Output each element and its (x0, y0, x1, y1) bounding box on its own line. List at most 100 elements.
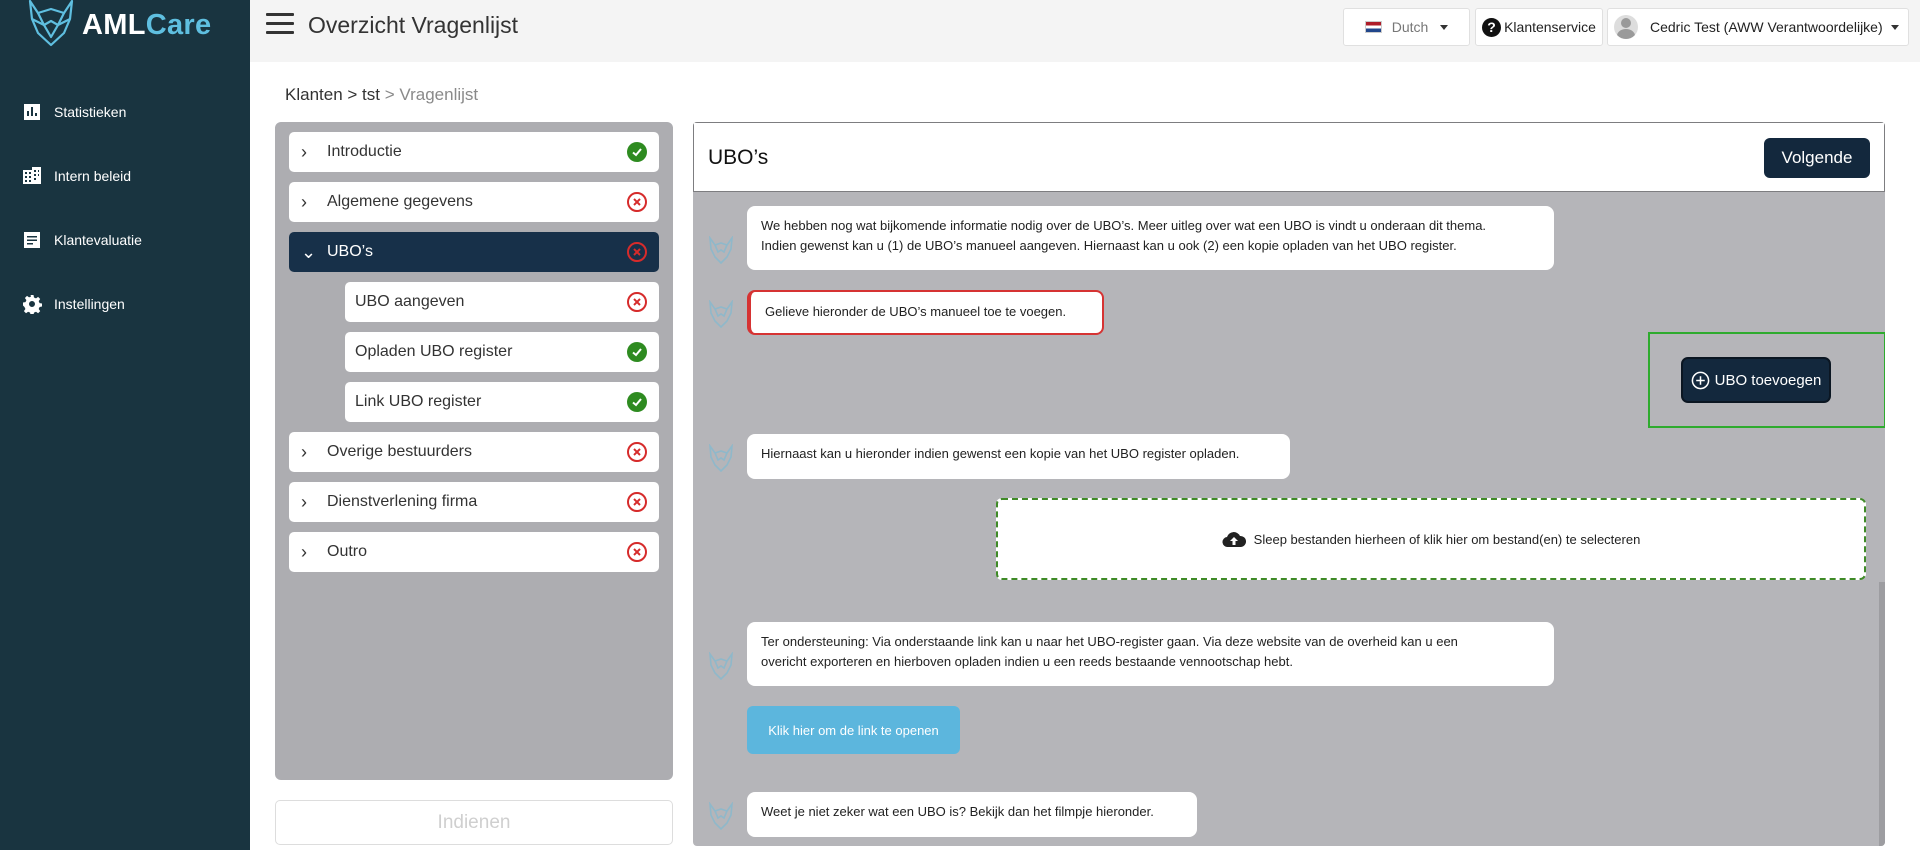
chevron-right-icon: › (301, 141, 307, 162)
next-button[interactable]: Volgende (1764, 138, 1870, 178)
section-label: Introductie (327, 143, 402, 160)
menu-icon[interactable] (266, 13, 294, 37)
fox-logo-icon (28, 0, 74, 47)
chevron-right-icon: › (301, 541, 307, 562)
subsection-link-ubo-register[interactable]: Link UBO register (345, 382, 659, 422)
section-label: Outro (327, 543, 368, 560)
message-line: Ter ondersteuning: Via onderstaande link… (761, 634, 1458, 649)
message-line: Gelieve hieronder de UBO’s manueel toe t… (765, 304, 1067, 319)
document-icon (24, 232, 40, 248)
question-panel: UBO’s Volgende We hebben nog wat bijkome… (693, 122, 1885, 846)
logo-text-aml: AML (82, 8, 146, 41)
message-line: Indien gewenst kan u (1) de UBO’s manuee… (761, 238, 1457, 253)
error-circle-icon (627, 492, 647, 512)
chevron-right-icon: › (301, 441, 307, 462)
section-label: UBO aangeven (355, 293, 465, 310)
section-label: Opladen UBO register (355, 343, 513, 360)
section-dienstverlening-firma[interactable]: › Dienstverlening firma (289, 482, 659, 522)
message-line: Hiernaast kan u hieronder indien gewenst… (761, 446, 1240, 461)
add-ubo-button[interactable]: UBO toevoegen (1681, 357, 1831, 403)
check-circle-icon (627, 342, 647, 362)
section-label: Dienstverlening firma (327, 493, 478, 510)
error-circle-icon (627, 442, 647, 462)
sidebar-item-label: Klantevaluatie (54, 232, 142, 248)
avatar (1614, 15, 1638, 39)
alert-message: Gelieve hieronder de UBO’s manueel toe t… (747, 290, 1104, 335)
breadcrumb-separator: > (380, 85, 400, 104)
section-introductie[interactable]: › Introductie (289, 132, 659, 172)
fox-bot-icon (709, 236, 733, 265)
subsection-opladen-ubo-register[interactable]: Opladen UBO register (345, 332, 659, 372)
bot-message: Ter ondersteuning: Via onderstaande link… (747, 622, 1554, 686)
sidebar-item-klantevaluatie[interactable]: Klantevaluatie (0, 208, 250, 272)
language-dropdown[interactable]: Dutch (1343, 8, 1470, 46)
fox-bot-icon (709, 802, 733, 831)
breadcrumb-current: Vragenlijst (399, 85, 479, 104)
dutch-flag-icon (1364, 21, 1382, 33)
error-circle-icon (627, 542, 647, 562)
breadcrumb: Klanten > tst > Vragenlijst (285, 85, 478, 105)
section-ubos[interactable]: ⌄ UBO’s (289, 232, 659, 272)
building-icon (23, 167, 41, 184)
error-circle-icon (627, 242, 647, 262)
section-algemene-gegevens[interactable]: › Algemene gegevens (289, 182, 659, 222)
user-menu[interactable]: Cedric Test (AWW Verantwoordelijke) (1607, 8, 1909, 46)
add-ubo-label: UBO toevoegen (1714, 371, 1822, 389)
caret-down-icon (1890, 24, 1899, 30)
logo-text-care: Care (145, 8, 212, 41)
check-circle-icon (627, 142, 647, 162)
subsection-ubo-aangeven[interactable]: UBO aangeven (345, 282, 659, 322)
check-circle-icon (627, 392, 647, 412)
app-logo[interactable]: AMLCare (24, 0, 211, 50)
breadcrumb-client[interactable]: tst (362, 85, 380, 104)
scrollbar[interactable] (1879, 582, 1885, 846)
file-dropzone[interactable]: Sleep bestanden hierheen of klik hier om… (996, 498, 1866, 580)
panel-title: UBO’s (708, 146, 769, 169)
dropzone-label: Sleep bestanden hierheen of klik hier om… (1253, 531, 1641, 547)
bot-message: Weet je niet zeker wat een UBO is? Bekij… (747, 792, 1197, 837)
breadcrumb-klanten[interactable]: Klanten (285, 85, 343, 104)
page-title: Overzicht Vragenlijst (308, 12, 519, 38)
section-overige-bestuurders[interactable]: › Overige bestuurders (289, 432, 659, 472)
section-navigator: › Introductie › Algemene gegevens ⌄ UBO’… (275, 122, 673, 780)
sidebar-item-intern-beleid[interactable]: Intern beleid (0, 144, 250, 208)
panel-header: UBO’s Volgende (693, 122, 1885, 192)
message-line: overicht exporteren en hierboven opladen… (761, 654, 1293, 669)
message-line: Weet je niet zeker wat een UBO is? Bekij… (761, 804, 1154, 819)
section-outro[interactable]: › Outro (289, 532, 659, 572)
fox-bot-icon (709, 300, 733, 329)
cloud-upload-icon (1222, 532, 1246, 548)
fox-bot-icon (709, 652, 733, 681)
open-link-button[interactable]: Klik hier om de link te openen (747, 706, 960, 754)
section-label: Algemene gegevens (327, 193, 473, 210)
error-circle-icon (627, 292, 647, 312)
caret-down-icon (1440, 24, 1449, 30)
section-label: UBO’s (327, 243, 373, 260)
error-circle-icon (627, 192, 647, 212)
chart-icon (24, 104, 40, 120)
sidebar-item-label: Instellingen (54, 296, 125, 312)
fox-bot-icon (709, 444, 733, 473)
section-label: Overige bestuurders (327, 443, 472, 460)
question-icon: ? (1482, 17, 1502, 37)
customer-service-label: Klantenservice (1504, 19, 1596, 35)
top-header: Overzicht Vragenlijst Dutch ? Klantenser… (250, 0, 1920, 62)
gear-icon (23, 295, 42, 314)
breadcrumb-separator: > (342, 85, 363, 104)
sidebar-item-instellingen[interactable]: Instellingen (0, 272, 250, 336)
customer-service-button[interactable]: ? Klantenservice (1475, 8, 1603, 46)
chevron-right-icon: › (301, 191, 307, 212)
plus-circle-icon (1691, 371, 1709, 389)
submit-button[interactable]: Indienen (275, 800, 673, 845)
section-label: Link UBO register (355, 393, 482, 410)
sidebar: AMLCare Statistieken Intern beleid Klant… (0, 0, 250, 850)
bot-message: We hebben nog wat bijkomende informatie … (747, 206, 1554, 270)
chevron-right-icon: › (301, 491, 307, 512)
sidebar-item-label: Statistieken (54, 104, 127, 120)
sidebar-item-label: Intern beleid (54, 168, 132, 184)
sidebar-nav: Statistieken Intern beleid Klantevaluati… (0, 80, 250, 336)
language-label: Dutch (1391, 19, 1429, 35)
message-line: We hebben nog wat bijkomende informatie … (761, 218, 1487, 233)
user-name: Cedric Test (AWW Verantwoordelijke) (1650, 19, 1883, 35)
sidebar-item-statistieken[interactable]: Statistieken (0, 80, 250, 144)
